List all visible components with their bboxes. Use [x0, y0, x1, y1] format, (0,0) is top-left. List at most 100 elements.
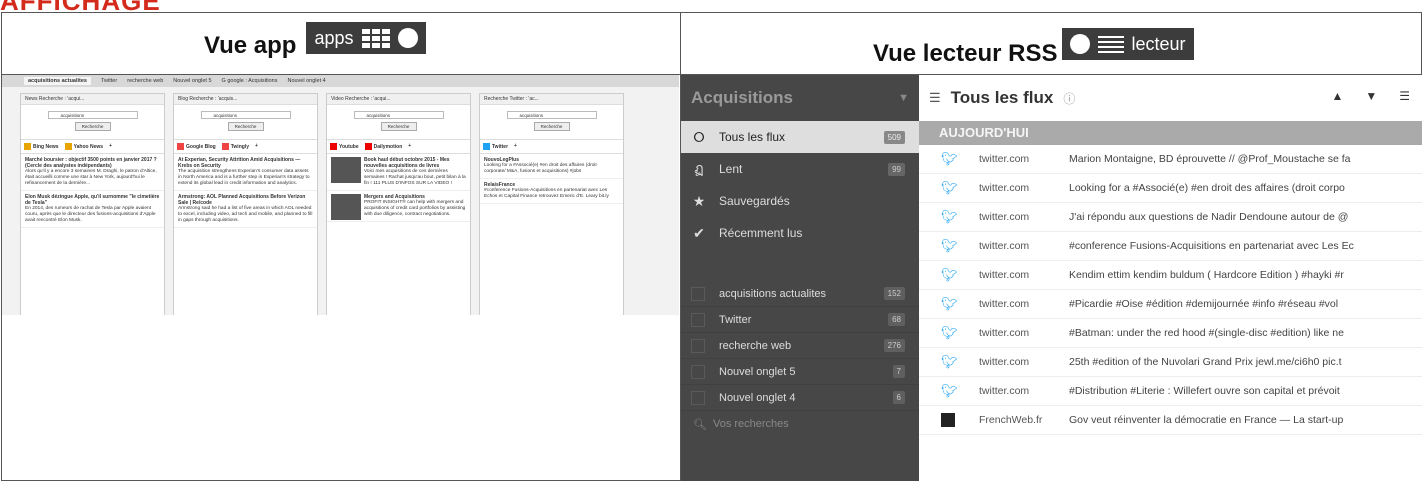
app-source-tab[interactable]: + [255, 143, 258, 150]
app-tab[interactable]: Twitter [101, 78, 117, 84]
twitter-bird-icon: 🐦︎ [941, 180, 958, 195]
app-source-tab[interactable]: + [109, 143, 112, 150]
feed-item-row[interactable]: 🐦︎ twitter.com #Batman: under the red hood… [919, 319, 1422, 348]
feed-item-row[interactable]: 🐦︎ twitter.com #Distribution #Literie : Wi… [919, 377, 1422, 406]
feed-item-source: FrenchWeb.fr [979, 414, 1043, 426]
feed-checkbox[interactable] [691, 390, 705, 405]
menu-icon[interactable]: ☰ [1399, 89, 1410, 103]
feed-item-source: twitter.com [979, 182, 1030, 194]
count-badge: 152 [883, 287, 905, 300]
app-source-tab[interactable]: + [408, 143, 411, 150]
feed-item-text: 25th #edition of the Nuvolari Grand Prix… [1069, 356, 1342, 368]
feed-checkbox[interactable] [691, 364, 705, 379]
video-thumbnail[interactable] [331, 194, 361, 220]
app-tab-bar: acquisitions actualites Twitter recherch… [2, 75, 679, 87]
sidebar-feed-label: recherche web [719, 339, 792, 352]
sidebar-feed-item[interactable]: Nouvel onglet 4 6 [681, 385, 919, 411]
app-source-tab[interactable]: Bing News [24, 143, 59, 150]
sidebar-feed-label: Nouvel onglet 5 [719, 365, 796, 378]
site-favicon-icon [941, 413, 955, 427]
up-arrow-icon[interactable]: ▲ [1331, 89, 1343, 103]
apps-badge-label: apps [314, 27, 354, 48]
app-source-tab[interactable]: Dailymotion [364, 143, 402, 150]
app-search-input[interactable]: acquisitions [47, 111, 138, 119]
video-thumbnail[interactable] [331, 157, 361, 183]
app-entry[interactable]: Mergers and Acquisitions PROFIT INSIGHT® … [327, 191, 470, 222]
reader-toggle[interactable]: lecteur [1061, 28, 1194, 60]
app-entry[interactable]: Marché boursier : objectif 3500 points e… [21, 154, 164, 191]
main-title: Tous les flux [950, 88, 1054, 107]
feed-item-text: J'ai répondu aux questions de Nadir Dend… [1069, 211, 1349, 223]
sidebar-feed-item[interactable]: Nouvel onglet 5 7 [681, 359, 919, 385]
sidebar-feed-label: acquisitions actualites [719, 287, 827, 300]
app-search-input[interactable]: acquisitions [506, 111, 597, 119]
app-panel: Recherche Twitter : 'ac... acquisitions Re… [479, 93, 624, 315]
feed-item-text: #conference Fusions-Acquisitions en part… [1069, 240, 1354, 252]
sidebar-search[interactable]: 🔍︎ Vos recherches [681, 411, 919, 437]
source-logo-icon [330, 143, 337, 150]
app-source-tab[interactable]: Youtube [330, 143, 359, 150]
down-arrow-icon[interactable]: ▼ [1365, 89, 1377, 103]
feed-checkbox[interactable] [691, 312, 705, 327]
feed-item-row[interactable]: 🐦︎ twitter.com Marion Montaigne, BD éprouv… [919, 145, 1422, 174]
feed-item-row[interactable]: 🐦︎ twitter.com Kendim ettim kendim buldum … [919, 261, 1422, 290]
app-search-button[interactable]: Recherche [380, 122, 417, 131]
app-entry[interactable]: Armstrong: AOL Planned Acquisitions Befo… [174, 191, 317, 228]
app-entry[interactable]: RelaisFrance #conference Fusions-Acquisit… [480, 179, 623, 204]
app-tab[interactable]: recherche web [127, 78, 163, 84]
info-icon[interactable]: ⓘ [1063, 90, 1075, 107]
app-source-tab[interactable]: Twitter [483, 143, 508, 150]
feed-item-row[interactable]: 🐦︎ twitter.com 25th #edition of the Nuvola… [919, 348, 1422, 377]
app-source-tab[interactable]: + [514, 143, 517, 150]
app-source-tabs: Twitter + [480, 139, 623, 154]
app-entry[interactable]: At Experian, Security Attrition Amid Acq… [174, 154, 317, 191]
app-source-tab[interactable]: Twingly [221, 143, 249, 150]
main-header: ☰ Tous les flux ⓘ ▲ ▼ ☰ [919, 75, 1422, 121]
app-entry[interactable]: NouvoLegPlus Looking for a #Associé(e) #e… [480, 154, 623, 179]
sidebar-feed-label: Nouvel onglet 4 [719, 391, 796, 404]
feed-item-row[interactable]: 🐦︎ twitter.com #Picardie #Oise #édition #d… [919, 290, 1422, 319]
feed-item-text: Looking for a #Associé(e) #en droit des … [1069, 182, 1345, 194]
sidebar-nav: ⭘ Tous les flux 509 ฏ Lent 99 ★ Sauvegardés ✔ Réc… [681, 121, 919, 249]
sidebar-nav-item[interactable]: ✔ Récemment lus [681, 217, 919, 249]
sidebar-nav-item[interactable]: ★ Sauvegardés [681, 185, 919, 217]
feed-item-row[interactable]: 🐦︎ twitter.com Looking for a #Associé(e) #… [919, 174, 1422, 203]
twitter-bird-icon: 🐦︎ [941, 296, 958, 311]
dropdown-arrow-icon[interactable]: ▼ [898, 92, 909, 104]
app-source-tab[interactable]: Google Blog [177, 143, 216, 150]
star-icon: ★ [692, 192, 706, 209]
feed-item-row[interactable]: 🐦︎ twitter.com #conference Fusions-Acquisi… [919, 232, 1422, 261]
app-search-button[interactable]: Recherche [227, 122, 264, 131]
feed-item-source: twitter.com [979, 211, 1030, 223]
app-view-label: Vue app [204, 32, 297, 59]
feed-item-row[interactable]: FrenchWeb.fr Gov veut réinventer la démoc… [919, 406, 1422, 435]
rss-sidebar: Acquisitions ▼ ⭘ Tous les flux 509 ฏ Lent 99 ★… [681, 75, 919, 481]
feed-checkbox[interactable] [691, 338, 705, 353]
app-entry-body: Voici mes acquisitions de ces dernières … [364, 169, 466, 186]
app-tab[interactable]: acquisitions actualites [24, 77, 91, 85]
sidebar-feed-item[interactable]: recherche web 276 [681, 333, 919, 359]
apps-toggle[interactable]: apps [306, 22, 426, 54]
sidebar-feed-item[interactable]: acquisitions actualites 152 [681, 281, 919, 307]
app-tab[interactable]: G google : Acquisitions [222, 78, 278, 84]
app-search-button[interactable]: Recherche [533, 122, 570, 131]
sidebar-feed-item[interactable]: Twitter 68 [681, 307, 919, 333]
sidebar-nav-item[interactable]: ฏ Lent 99 [681, 153, 919, 185]
count-badge: 6 [892, 391, 905, 404]
app-search-button[interactable]: Recherche [74, 122, 111, 131]
app-entry-body: En 2014, des rumeurs de rachat de Tesla … [25, 206, 156, 223]
app-search-input[interactable]: acquisitions [353, 111, 444, 119]
feed-checkbox[interactable] [691, 286, 705, 301]
sidebar-header: Acquisitions ▼ [681, 75, 919, 121]
app-search-input[interactable]: acquisitions [200, 111, 291, 119]
app-entry[interactable]: Elon Musk dézingue Apple, qu'il surnomme… [21, 191, 164, 228]
app-entry-headline: Marché boursier : objectif 3500 points e… [25, 157, 157, 169]
feed-item-row[interactable]: 🐦︎ twitter.com J'ai répondu aux questions … [919, 203, 1422, 232]
sidebar-nav-item[interactable]: ⭘ Tous les flux 509 [681, 121, 919, 153]
app-tab[interactable]: Nouvel onglet 4 [287, 78, 325, 84]
feed-item-text: #Distribution #Literie : Willefert ouvre… [1069, 385, 1340, 397]
app-entry-headline: At Experian, Security Attrition Amid Acq… [178, 157, 301, 169]
app-tab[interactable]: Nouvel onglet 5 [173, 78, 211, 84]
app-source-tab[interactable]: Yahoo News [64, 143, 103, 150]
app-entry[interactable]: Book haul début octobre 2015 - Mes nouve… [327, 154, 470, 191]
